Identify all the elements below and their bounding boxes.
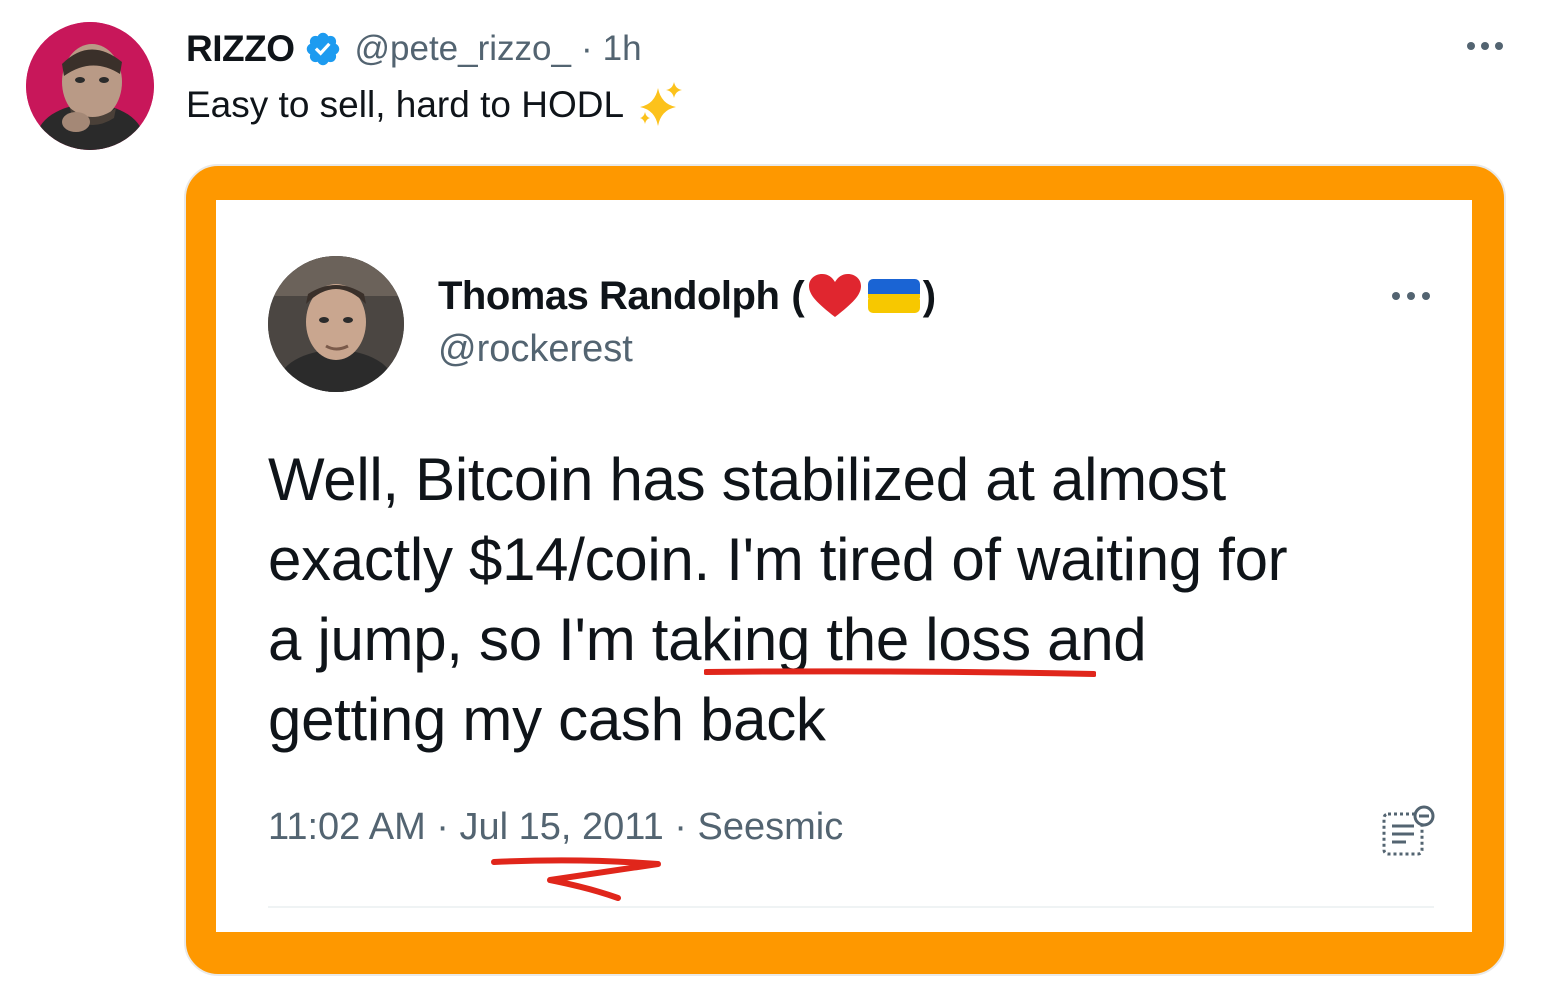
author-name[interactable]: RIZZO	[186, 28, 295, 70]
divider	[268, 906, 1434, 908]
quoted-text-line: getting my cash back	[268, 686, 826, 753]
quoted-name-row: Thomas Randolph ( )	[438, 268, 936, 324]
tweet-media[interactable]: Thomas Randolph ( ) @rockerest Well, Bit…	[184, 164, 1506, 976]
heart-icon	[808, 274, 861, 317]
quoted-avatar	[268, 256, 404, 392]
paren-open: (	[791, 273, 805, 318]
verified-badge-icon	[307, 32, 340, 66]
tweet-header: RIZZO @pete_rizzo_ · 1h	[186, 26, 642, 72]
red-scribble-annotation	[491, 857, 661, 901]
tweet-text: Easy to sell, hard to HODL	[186, 80, 686, 130]
tweet-text-body: Easy to sell, hard to HODL	[186, 84, 625, 125]
paren-close: )	[922, 273, 937, 318]
separator-dot: ·	[580, 29, 593, 68]
author-handle[interactable]: @pete_rizzo_	[354, 29, 570, 69]
quoted-time: 11:02 AM	[268, 806, 426, 848]
more-icon[interactable]	[1465, 36, 1505, 56]
author-avatar[interactable]	[26, 22, 154, 150]
ukraine-flag-icon	[867, 279, 920, 313]
red-underline-annotation	[704, 668, 1096, 677]
quoted-tweet-screenshot: Thomas Randolph ( ) @rockerest Well, Bit…	[216, 200, 1472, 932]
more-icon	[1392, 292, 1430, 300]
quoted-name: Thomas Randolph	[438, 273, 780, 318]
quoted-text: Well, Bitcoin has stabilized at almost e…	[268, 440, 1448, 760]
tweet-time[interactable]: 1h	[603, 29, 642, 69]
quoted-text-line: exactly $14/coin. I'm tired of waiting f…	[268, 526, 1288, 593]
notes-icon	[1382, 805, 1435, 856]
quoted-source: Seesmic	[697, 806, 844, 848]
quoted-date: Jul 15, 2011	[459, 806, 664, 848]
separator-dot: ·	[425, 806, 460, 848]
quoted-footer: 11:02 AM · Jul 15, 2011 · Seesmic	[268, 806, 843, 849]
sparkles-emoji-icon	[640, 82, 683, 126]
quoted-handle: @rockerest	[438, 328, 633, 370]
quoted-text-line: Well, Bitcoin has stabilized at almost	[268, 446, 1226, 513]
separator-dot: ·	[663, 806, 698, 848]
